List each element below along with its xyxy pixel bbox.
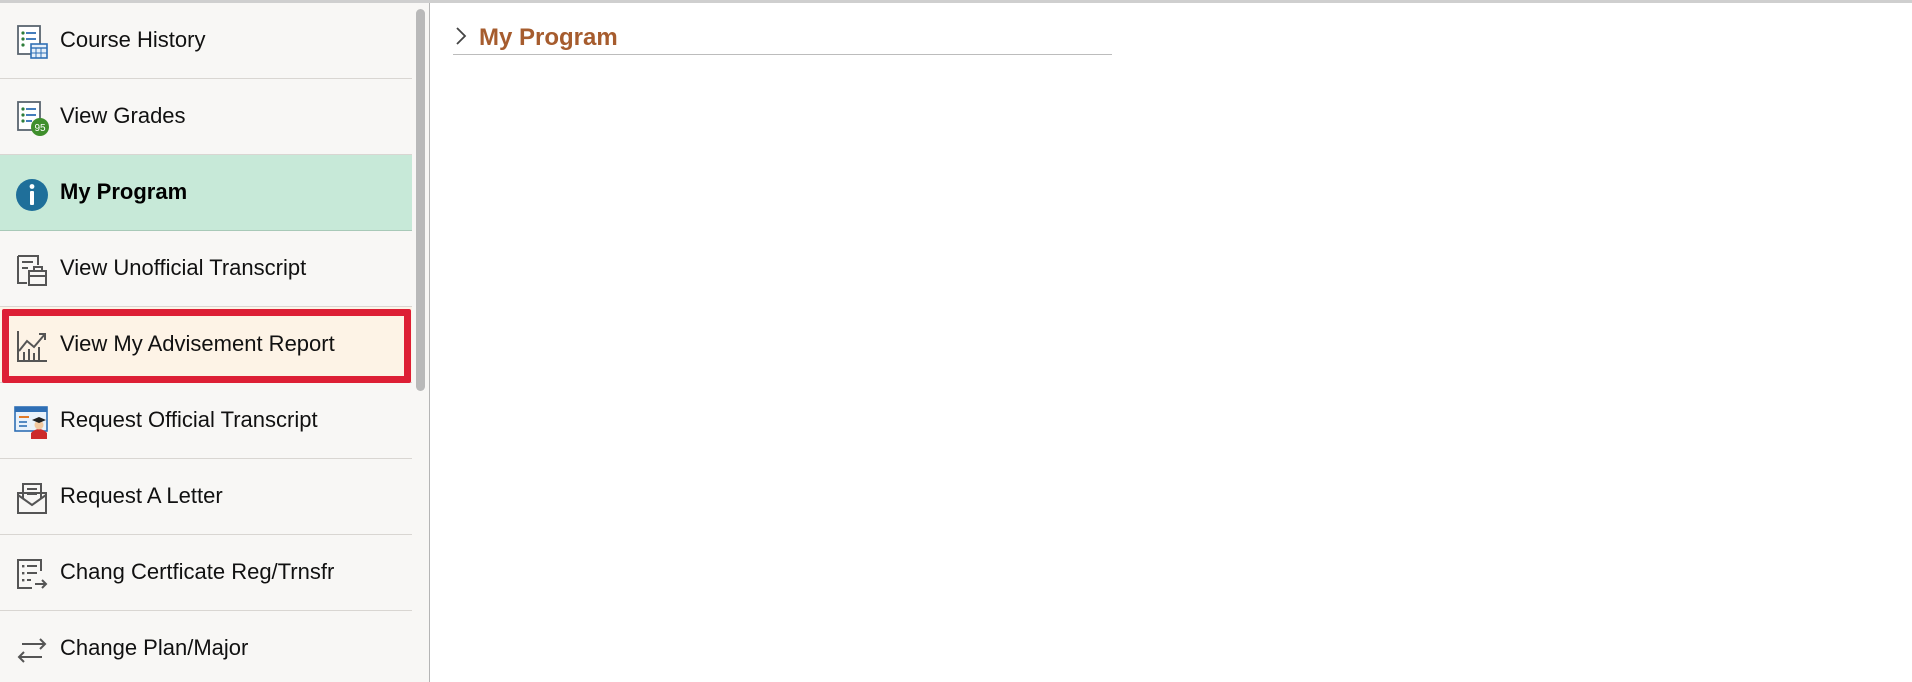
pane-divider [429, 3, 430, 682]
course-history-icon [14, 23, 50, 61]
sidebar-item-label: View Grades [60, 103, 186, 128]
graduate-icon [14, 403, 50, 441]
chevron-right-icon[interactable] [453, 25, 469, 47]
sidebar-item-label: View My Advisement Report [60, 331, 335, 356]
sidebar-item-label: Change Plan/Major [60, 635, 249, 660]
sidebar-item-view-my-advisement-report[interactable]: View My Advisement Report [0, 307, 412, 383]
sidebar-item-change-plan-major[interactable]: Change Plan/Major [0, 611, 412, 682]
sidebar-scrollbar-thumb[interactable] [416, 9, 425, 391]
chart-icon [14, 327, 50, 365]
sidebar-item-label: Course History [60, 27, 206, 52]
sidebar-item-request-a-letter[interactable]: Request A Letter [0, 459, 412, 535]
sidebar-item-course-history[interactable]: Course History [0, 3, 412, 79]
sidebar-item-request-official-transcript[interactable]: Request Official Transcript [0, 383, 412, 459]
section-title[interactable]: My Program [479, 24, 618, 52]
letter-icon [14, 479, 50, 517]
sidebar-item-my-program[interactable]: My Program [0, 155, 412, 231]
sidebar-item-label: View Unofficial Transcript [60, 255, 307, 280]
sidebar-nav: Course History 95 View Grades My Program… [0, 3, 412, 682]
my-program-section-header[interactable]: My Program [453, 22, 1112, 55]
sidebar-item-label: Chang Certficate Reg/Trnsfr [60, 559, 335, 584]
grades-badge: 95 [34, 123, 46, 134]
sidebar-item-label: My Program [60, 179, 188, 204]
grades-icon: 95 [14, 99, 50, 137]
sidebar-item-view-unofficial-transcript[interactable]: View Unofficial Transcript [0, 231, 412, 307]
sidebar-item-view-grades[interactable]: 95 View Grades [0, 79, 412, 155]
info-icon [14, 175, 50, 213]
list-transfer-icon [14, 555, 50, 593]
sidebar-item-chang-certificate-reg-trnsfr[interactable]: Chang Certficate Reg/Trnsfr [0, 535, 412, 611]
sidebar-item-label: Request A Letter [60, 483, 223, 508]
transcript-icon [14, 251, 50, 289]
sidebar-item-label: Request Official Transcript [60, 407, 318, 432]
swap-arrows-icon [14, 631, 50, 669]
